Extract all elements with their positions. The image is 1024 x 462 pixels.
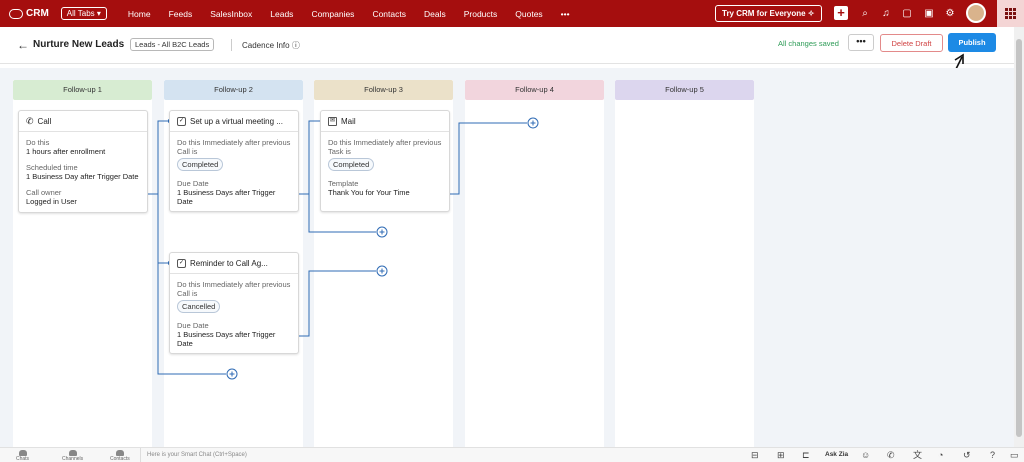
try-crm-button[interactable]: Try CRM for Everyone ✧ — [715, 5, 822, 22]
calendar-icon[interactable]: ▢ — [900, 6, 914, 20]
add-step-button[interactable] — [527, 117, 539, 129]
cadence-header: ← Nurture New Leads Leads - All B2C Lead… — [0, 27, 1014, 64]
task-step-card[interactable]: ✓ Reminder to Call Ag... Do this Immedia… — [169, 252, 299, 354]
contacts-button[interactable]: Contacts — [110, 450, 130, 462]
zoho-logo-icon — [9, 8, 23, 19]
task-checkbox-icon: ✓ — [177, 258, 186, 268]
card-title: Set up a virtual meeting ... — [190, 116, 283, 126]
card-title: Reminder to Call Ag... — [190, 258, 268, 268]
status-badge: Completed — [177, 158, 224, 171]
announcement-icon[interactable]: ⊏ — [802, 450, 810, 460]
task-step-card[interactable]: ✓ Set up a virtual meeting ... Do this I… — [169, 110, 299, 212]
module-view-pill: Leads - All B2C Leads — [130, 38, 215, 51]
cadence-canvas: Follow-up 1 Follow-up 2 Follow-up 3 Foll… — [0, 68, 1014, 448]
template-label: Template — [328, 179, 359, 188]
tab-quotes[interactable]: Quotes — [506, 9, 551, 19]
create-new-icon[interactable]: + — [834, 6, 848, 20]
call-owner-value: Logged in User — [26, 197, 77, 206]
vertical-scrollbar[interactable] — [1014, 27, 1024, 447]
add-step-button[interactable] — [226, 368, 238, 380]
template-value: Thank You for Your Time — [328, 188, 410, 197]
chats-button[interactable]: Chats — [16, 450, 29, 462]
flow-connectors — [144, 119, 527, 375]
due-date-value: 1 Business Days after Trigger Date — [177, 330, 276, 348]
scheduled-time-label: Scheduled time — [26, 163, 78, 172]
notifications-bell-icon[interactable]: ♫ — [879, 6, 893, 20]
settings-gear-icon[interactable]: ⚙ — [943, 6, 957, 20]
page-title: Nurture New Leads — [33, 39, 125, 50]
do-this-label: Do this Immediately after previous Call … — [177, 138, 291, 156]
call-icon[interactable]: ✆ — [887, 450, 895, 460]
due-date-value: 1 Business Days after Trigger Date — [177, 188, 276, 206]
card-header: ✉ Mail — [321, 111, 449, 132]
tab-companies[interactable]: Companies — [302, 9, 363, 19]
publish-button[interactable]: Publish — [948, 33, 996, 52]
more-options-button[interactable]: ••• — [848, 34, 874, 51]
app-name: CRM — [26, 8, 49, 19]
do-this-label: Do this — [26, 138, 50, 147]
mail-step-card[interactable]: ✉ Mail Do this Immediately after previou… — [320, 110, 450, 212]
user-avatar[interactable] — [966, 3, 986, 23]
card-title: Call — [37, 116, 52, 126]
task-checkbox-icon: ✓ — [177, 116, 186, 126]
call-step-card[interactable]: ✆ Call Do this 1 hours after enrollment … — [18, 110, 148, 213]
channels-button[interactable]: Channels — [62, 450, 83, 462]
do-this-label: Do this Immediately after previous Task … — [328, 138, 442, 156]
contacts-label: Contacts — [110, 456, 130, 462]
phone-icon: ✆ — [26, 115, 34, 126]
smart-chat-input[interactable]: Here is your Smart Chat (Ctrl+Space) — [140, 448, 247, 462]
app-launcher-grid-icon[interactable] — [997, 0, 1024, 27]
chats-label: Chats — [16, 456, 30, 462]
alarm-icon[interactable]: ◔ — [938, 450, 943, 460]
marketplace-icon[interactable]: ▣ — [922, 6, 936, 20]
notes-icon[interactable]: ⊞ — [777, 450, 785, 460]
do-this-value: 1 hours after enrollment — [26, 147, 106, 156]
status-badge: Completed — [328, 158, 375, 171]
tab-feeds[interactable]: Feeds — [160, 9, 202, 19]
all-tabs-dropdown[interactable]: All Tabs ▾ — [60, 7, 107, 20]
card-header: ✓ Reminder to Call Ag... — [170, 253, 298, 274]
add-step-button[interactable] — [376, 226, 388, 238]
card-header: ✓ Set up a virtual meeting ... — [170, 111, 298, 132]
save-status-text: All changes saved — [778, 39, 839, 48]
add-step-button[interactable] — [376, 265, 388, 277]
tab-leads[interactable]: Leads — [261, 9, 302, 19]
tab-products[interactable]: Products — [455, 9, 507, 19]
card-title: Mail — [341, 116, 356, 126]
tab-contacts[interactable]: Contacts — [363, 9, 415, 19]
feedback-icon[interactable]: ☺ — [861, 450, 870, 460]
due-date-label: Due Date — [177, 179, 209, 188]
due-date-label: Due Date — [177, 321, 209, 330]
chat-bubble-icon[interactable]: ▭ — [1010, 450, 1019, 460]
status-badge: Cancelled — [177, 300, 221, 313]
tab-salesinbox[interactable]: SalesInbox — [201, 9, 261, 19]
cadence-info-link[interactable]: Cadence Info ⓘ — [242, 40, 300, 51]
scheduled-time-value: 1 Business Day after Trigger Date — [26, 172, 139, 181]
translate-icon[interactable]: 文 — [913, 450, 922, 460]
header-divider — [231, 39, 232, 51]
scrollbar-thumb[interactable] — [1016, 39, 1022, 437]
crm-logo[interactable]: CRM — [9, 8, 49, 19]
call-owner-label: Call owner — [26, 188, 62, 197]
back-arrow-icon[interactable]: ← — [17, 38, 29, 52]
mail-icon: ✉ — [328, 116, 337, 126]
ask-zia-button[interactable]: Ask Zia — [825, 451, 848, 458]
history-icon[interactable]: ↺ — [963, 450, 971, 460]
bottom-chat-bar: Chats Channels Contacts Here is your Sma… — [0, 447, 1024, 462]
screen-share-icon[interactable]: ⊟ — [751, 450, 759, 460]
delete-draft-button[interactable]: Delete Draft — [880, 34, 943, 52]
card-header: ✆ Call — [19, 111, 147, 132]
more-tabs-button[interactable]: ••• — [552, 9, 579, 19]
tab-home[interactable]: Home — [119, 9, 160, 19]
top-navigation-bar: CRM All Tabs ▾ Home Feeds SalesInbox Lea… — [0, 0, 1024, 27]
help-icon[interactable]: ? — [990, 450, 995, 460]
channels-label: Channels — [62, 456, 84, 462]
tab-deals[interactable]: Deals — [415, 9, 455, 19]
search-icon[interactable]: ⌕ — [858, 6, 872, 20]
do-this-label: Do this Immediately after previous Call … — [177, 280, 291, 298]
module-tabs: Home Feeds SalesInbox Leads Companies Co… — [119, 9, 579, 19]
cadence-builder-page: CRM All Tabs ▾ Home Feeds SalesInbox Lea… — [0, 0, 1024, 462]
